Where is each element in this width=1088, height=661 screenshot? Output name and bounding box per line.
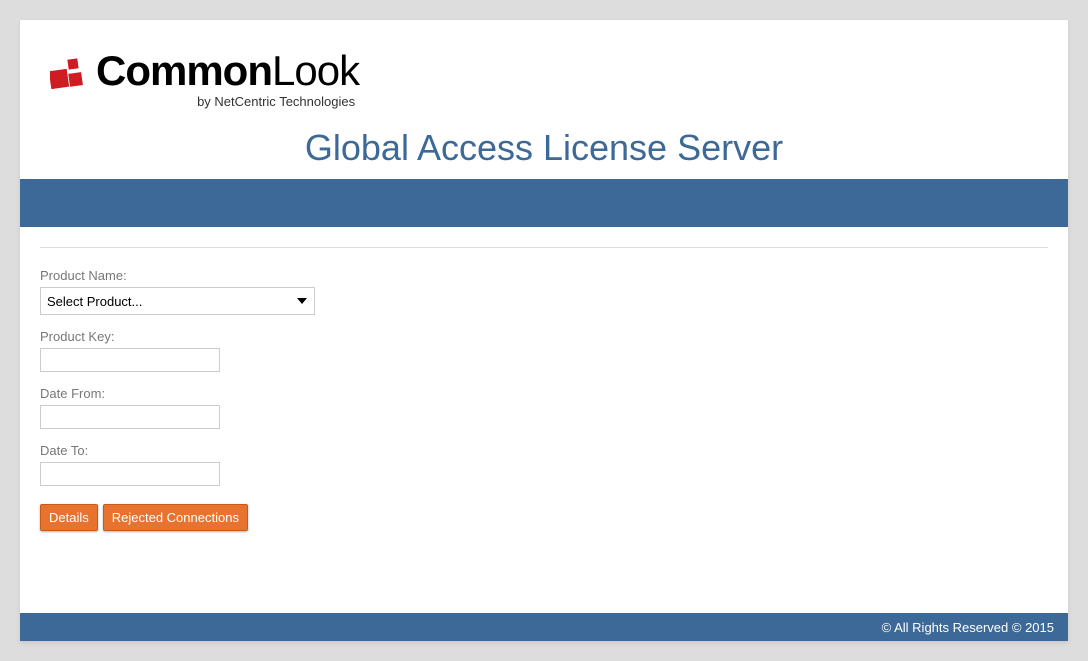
product-name-select-wrap: Select Product... xyxy=(40,287,315,315)
date-from-label: Date From: xyxy=(40,386,1048,401)
logo-icon xyxy=(50,56,86,92)
rejected-connections-button[interactable]: Rejected Connections xyxy=(103,504,248,531)
logo-text: CommonLook xyxy=(96,50,359,92)
date-to-group: Date To: xyxy=(40,443,1048,486)
product-key-label: Product Key: xyxy=(40,329,1048,344)
content: Product Name: Select Product... Product … xyxy=(20,227,1068,613)
button-row: Details Rejected Connections xyxy=(40,504,1048,531)
main-container: CommonLook by NetCentric Technologies Gl… xyxy=(20,20,1068,641)
page-title: Global Access License Server xyxy=(50,127,1038,169)
footer: © All Rights Reserved © 2015 xyxy=(20,613,1068,641)
product-key-input[interactable] xyxy=(40,348,220,372)
product-name-select[interactable]: Select Product... xyxy=(40,287,315,315)
footer-copyright: © All Rights Reserved © 2015 xyxy=(882,620,1054,635)
date-from-group: Date From: xyxy=(40,386,1048,429)
details-button[interactable]: Details xyxy=(40,504,98,531)
logo-area: CommonLook by NetCentric Technologies xyxy=(50,50,1038,109)
logo-tagline: by NetCentric Technologies xyxy=(96,94,355,109)
nav-bar xyxy=(20,179,1068,227)
header: CommonLook by NetCentric Technologies Gl… xyxy=(20,20,1068,179)
date-to-label: Date To: xyxy=(40,443,1048,458)
date-to-input[interactable] xyxy=(40,462,220,486)
logo-light: Look xyxy=(272,47,359,94)
divider xyxy=(40,247,1048,248)
product-name-group: Product Name: Select Product... xyxy=(40,268,1048,315)
logo-text-wrap: CommonLook by NetCentric Technologies xyxy=(96,50,359,109)
logo-bold: Common xyxy=(96,47,272,94)
date-from-input[interactable] xyxy=(40,405,220,429)
product-key-group: Product Key: xyxy=(40,329,1048,372)
product-name-label: Product Name: xyxy=(40,268,1048,283)
